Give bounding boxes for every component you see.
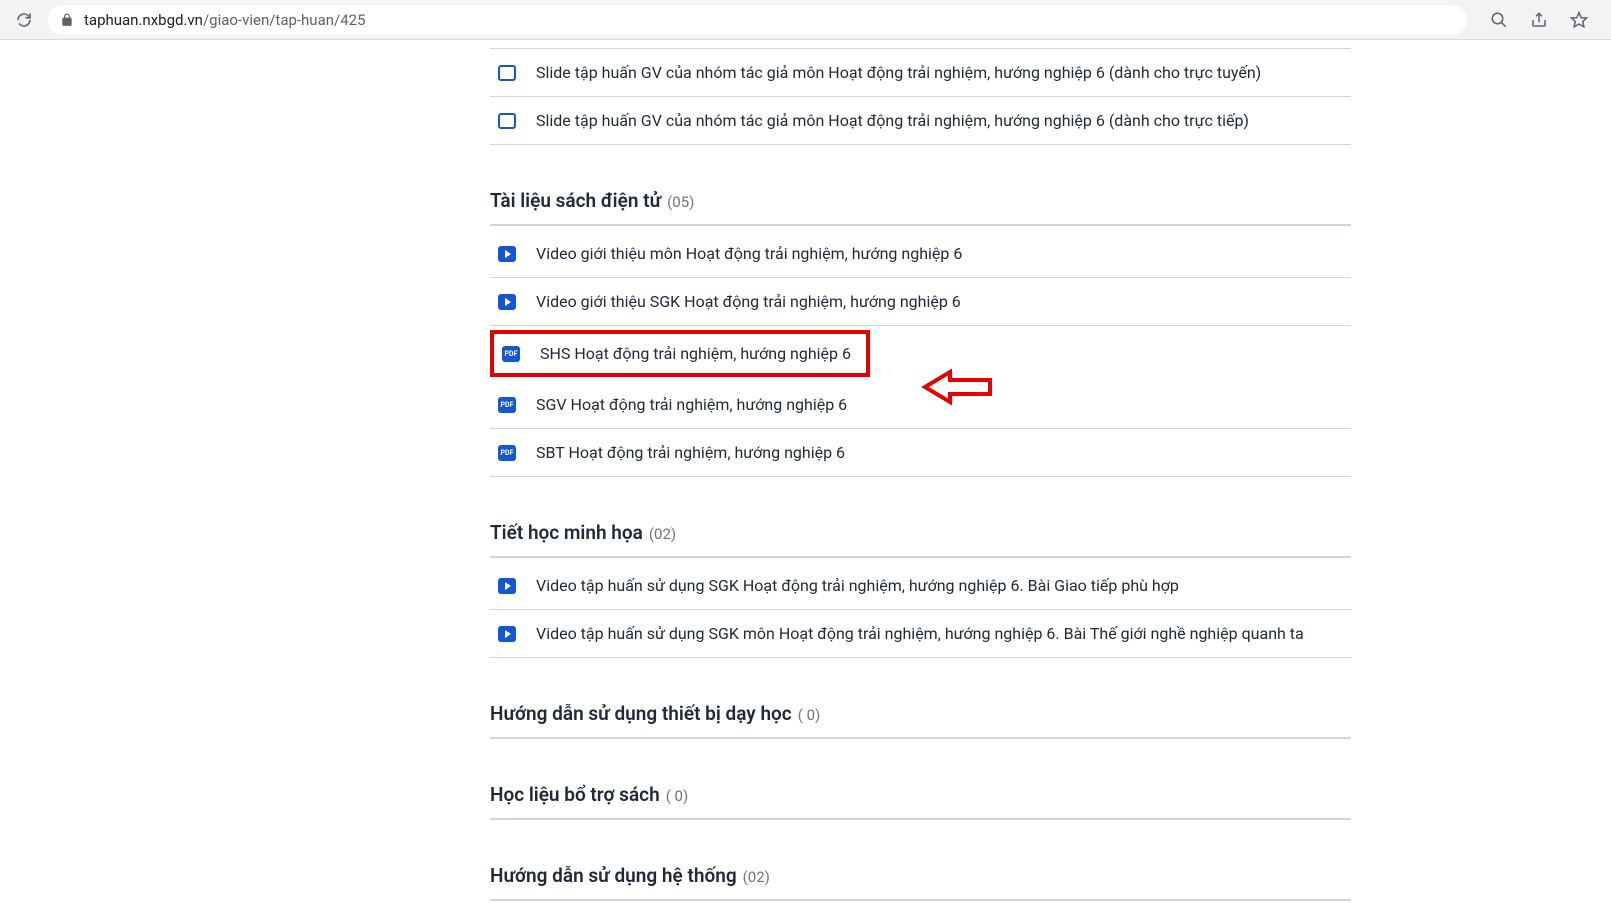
url-input[interactable]: taphuan.nxbgd.vn/giao-vien/tap-huan/425 [48,5,1467,35]
section-title: Học liệu bổ trợ sách [490,783,660,806]
section-title: Tài liệu sách điện tử [490,189,661,212]
section-header: Học liệu bổ trợ sách ( 0) [490,773,1351,820]
bookmark-button[interactable] [1563,4,1595,36]
browser-actions [1475,4,1603,36]
section-header: Tiết học minh họa (02) [490,511,1351,558]
url-text: taphuan.nxbgd.vn/giao-vien/tap-huan/425 [84,11,366,29]
section-count: (02) [649,525,676,543]
section-title: Hướng dẫn sử dụng thiết bị dạy học [490,702,792,725]
resource-item[interactable]: PDF SGV Hoạt động trải nghiệm, hướng nghi… [490,381,1351,429]
share-button[interactable] [1523,4,1555,36]
section-count: (02) [743,868,770,886]
resource-item-label: SBT Hoạt động trải nghiệm, hướng nghiệp … [536,443,845,462]
resource-item-label: Video giới thiệu SGK Hoạt động trải nghi… [536,292,961,311]
pdf-icon: PDF [498,397,516,413]
video-icon [498,578,516,594]
resource-item-label: Slide tập huấn GV của nhóm tác giả môn H… [536,63,1261,82]
resource-item[interactable]: Video giới thiệu SGK Hoạt động trải nghi… [490,278,1351,326]
section-header: Hướng dẫn sử dụng thiết bị dạy học ( 0) [490,692,1351,739]
pdf-icon: PDF [502,346,520,362]
resource-item-label: Video tập huấn sử dụng SGK Hoạt động trả… [536,576,1179,595]
reload-icon [15,11,33,29]
section-header: Hướng dẫn sử dụng hệ thống (02) [490,854,1351,901]
resource-item-label: Video tập huấn sử dụng SGK môn Hoạt động… [536,624,1304,643]
magnify-icon [1490,11,1508,29]
star-icon [1570,11,1588,29]
resource-item-label: SHS Hoạt động trải nghiệm, hướng nghiệp … [540,344,851,363]
resource-item-label: Slide tập huấn GV của nhóm tác giả môn H… [536,111,1249,130]
section-header: Tài liệu sách điện tử (05) [490,179,1351,226]
section-count: ( 0) [798,706,821,724]
video-icon [498,294,516,310]
section-count: ( 0) [666,787,689,805]
browser-address-bar: taphuan.nxbgd.vn/giao-vien/tap-huan/425 [0,0,1611,40]
url-path: /giao-vien/tap-huan/425 [203,11,366,29]
section-title: Hướng dẫn sử dụng hệ thống [490,864,737,887]
resource-item[interactable]: Slide tập huấn GV của nhóm tác giả môn H… [490,97,1351,145]
section-count: (05) [667,193,694,211]
zoom-button[interactable] [1483,4,1515,36]
resource-item-label: Video giới thiệu môn Hoạt động trải nghi… [536,244,962,263]
reload-button[interactable] [8,4,40,36]
lock-icon [60,13,74,27]
section-title: Tiết học minh họa [490,521,643,544]
video-icon [498,626,516,642]
page-content: Slide tập huấn GV của nhóm tác giả môn H… [0,40,1611,901]
video-icon [498,246,516,262]
resource-item[interactable]: Video tập huấn sử dụng SGK môn Hoạt động… [490,610,1351,658]
url-domain: taphuan.nxbgd.vn [84,11,203,29]
resource-item[interactable]: PDF SBT Hoạt động trải nghiệm, hướng nghi… [490,429,1351,477]
resource-item[interactable]: Slide tập huấn GV của nhóm tác giả môn H… [490,48,1351,97]
share-icon [1530,11,1548,29]
slide-icon [498,65,516,81]
resource-item-label: SGV Hoạt động trải nghiệm, hướng nghiệp … [536,395,847,414]
resource-item[interactable]: PDF SHS Hoạt động trải nghiệm, hướng nghi… [490,330,870,377]
slide-icon [498,113,516,129]
resource-item[interactable]: Video tập huấn sử dụng SGK Hoạt động trả… [490,562,1351,610]
pdf-icon: PDF [498,445,516,461]
resource-item[interactable]: Video giới thiệu môn Hoạt động trải nghi… [490,230,1351,278]
